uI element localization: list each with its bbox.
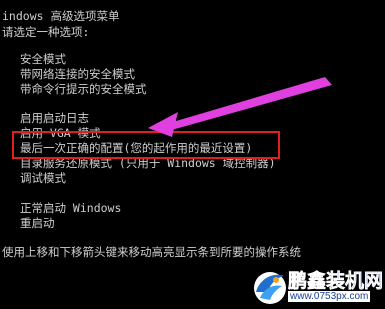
watermark: 鹏鑫装机网 www.0753px.com (250, 266, 385, 309)
annotation-arrow (148, 77, 332, 137)
logo-icon (254, 272, 286, 304)
watermark-url: www.0753px.com (288, 291, 371, 302)
watermark-title: 鹏鑫装机网 (288, 270, 384, 293)
